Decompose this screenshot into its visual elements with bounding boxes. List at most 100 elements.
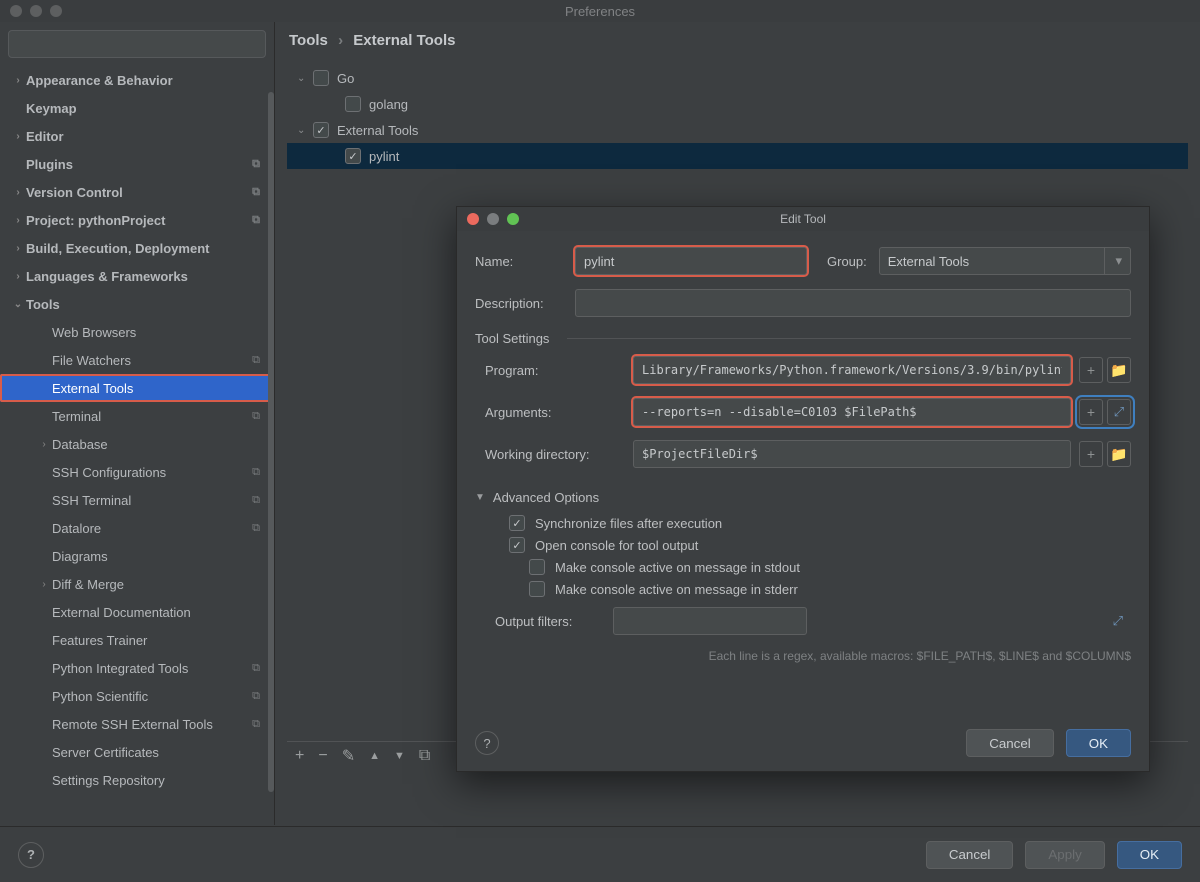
name-field[interactable] <box>575 247 807 275</box>
tool-group-go[interactable]: ⌄ Go <box>287 65 1188 91</box>
sidebar-plugins[interactable]: Plugins⧉ <box>0 150 274 178</box>
dialog-title: Edit Tool <box>457 212 1149 226</box>
sidebar-project[interactable]: ›Project: pythonProject⧉ <box>0 206 274 234</box>
breadcrumb: Tools › External Tools <box>275 22 1200 59</box>
dialog-ok-button[interactable]: OK <box>1066 729 1131 757</box>
sidebar-appearance[interactable]: ›Appearance & Behavior <box>0 66 274 94</box>
sidebar-item-diff-merge[interactable]: ›Diff & Merge <box>0 570 274 598</box>
insert-macro-icon[interactable]: + <box>1079 441 1103 467</box>
group-select[interactable]: External Tools ▾ <box>879 247 1131 275</box>
stdout-active-checkbox-row[interactable]: Make console active on message in stdout <box>529 559 1131 575</box>
sidebar-item-ssh-terminal[interactable]: SSH Terminal⧉ <box>0 486 274 514</box>
add-icon[interactable]: + <box>295 747 304 765</box>
search-input[interactable] <box>8 30 266 58</box>
group-label: External Tools <box>337 123 418 138</box>
sidebar-version-control[interactable]: ›Version Control⧉ <box>0 178 274 206</box>
checkbox-label: Make console active on message in stderr <box>555 582 798 597</box>
tool-item-pylint[interactable]: pylint <box>287 143 1188 169</box>
sidebar-item-label: Languages & Frameworks <box>26 269 188 284</box>
move-up-icon[interactable]: ▲ <box>369 750 380 762</box>
sidebar-languages[interactable]: ›Languages & Frameworks <box>0 262 274 290</box>
tool-group-external-tools[interactable]: ⌄ External Tools <box>287 117 1188 143</box>
sidebar-item-label: Remote SSH External Tools <box>52 717 213 732</box>
checkbox[interactable] <box>345 148 361 164</box>
sidebar-editor[interactable]: ›Editor <box>0 122 274 150</box>
checkbox[interactable] <box>509 515 525 531</box>
sidebar-item-python-scientific[interactable]: Python Scientific ⧉ <box>0 682 274 710</box>
help-button[interactable]: ? <box>18 842 44 868</box>
working-dir-field[interactable] <box>633 440 1071 468</box>
open-console-checkbox-row[interactable]: Open console for tool output <box>509 537 1131 553</box>
sidebar-build[interactable]: ›Build, Execution, Deployment <box>0 234 274 262</box>
output-filters-hint: Each line is a regex, available macros: … <box>475 649 1131 663</box>
edit-icon[interactable]: ✎ <box>342 746 355 766</box>
sidebar-item-features-trainer[interactable]: Features Trainer <box>0 626 274 654</box>
dialog-cancel-button[interactable]: Cancel <box>966 729 1054 757</box>
sidebar-item-label: Python Scientific <box>52 689 148 704</box>
ok-button[interactable]: OK <box>1117 841 1182 869</box>
move-down-icon[interactable]: ▼ <box>394 750 405 762</box>
project-level-icon: ⧉ <box>252 690 260 703</box>
checkbox-label: Open console for tool output <box>535 538 698 553</box>
sidebar-item-label: SSH Terminal <box>52 493 131 508</box>
settings-tree[interactable]: ›Appearance & Behavior Keymap ›Editor Pl… <box>0 66 274 825</box>
sidebar-item-external-docs[interactable]: External Documentation <box>0 598 274 626</box>
description-field[interactable] <box>575 289 1131 317</box>
copy-icon[interactable]: ⧉ <box>419 747 430 765</box>
browse-folder-icon[interactable]: 📁 <box>1107 441 1131 467</box>
insert-macro-icon[interactable]: + <box>1079 399 1103 425</box>
project-level-icon: ⧉ <box>252 410 260 423</box>
arguments-field[interactable] <box>633 398 1071 426</box>
sidebar-item-python-integrated[interactable]: Python Integrated Tools⧉ <box>0 654 274 682</box>
sidebar-item-label: Appearance & Behavior <box>26 73 173 88</box>
apply-button[interactable]: Apply <box>1025 841 1104 869</box>
tool-label: pylint <box>369 149 399 164</box>
cancel-button[interactable]: Cancel <box>926 841 1014 869</box>
checkbox[interactable] <box>313 122 329 138</box>
checkbox[interactable] <box>529 559 545 575</box>
sidebar-keymap[interactable]: Keymap <box>0 94 274 122</box>
project-level-icon: ⧉ <box>252 214 260 227</box>
sidebar-item-datalore[interactable]: Datalore⧉ <box>0 514 274 542</box>
tool-item-golang[interactable]: golang <box>287 91 1188 117</box>
tool-label: golang <box>369 97 408 112</box>
checkbox[interactable] <box>509 537 525 553</box>
expand-icon[interactable]: ⤢ <box>1107 399 1131 425</box>
remove-icon[interactable]: − <box>318 747 327 765</box>
sidebar-item-settings-repository[interactable]: Settings Repository <box>0 766 274 794</box>
sync-files-checkbox-row[interactable]: Synchronize files after execution <box>509 515 1131 531</box>
expand-icon[interactable]: ⤢ <box>1113 613 1123 629</box>
checkbox[interactable] <box>529 581 545 597</box>
sidebar-item-file-watchers[interactable]: File Watchers⧉ <box>0 346 274 374</box>
sidebar-item-ssh-config[interactable]: SSH Configurations⧉ <box>0 458 274 486</box>
sidebar-item-label: Server Certificates <box>52 745 159 760</box>
advanced-options-section[interactable]: ▼ Advanced Options <box>475 490 1131 505</box>
section-label: Tool Settings <box>475 331 549 346</box>
sidebar-item-database[interactable]: ›Database <box>0 430 274 458</box>
sidebar-item-label: Plugins <box>26 157 73 172</box>
scrollbar[interactable] <box>268 92 274 792</box>
output-filters-field[interactable] <box>613 607 807 635</box>
sidebar-item-server-certificates[interactable]: Server Certificates <box>0 738 274 766</box>
sidebar-item-remote-ssh-tools[interactable]: Remote SSH External Tools⧉ <box>0 710 274 738</box>
sidebar-item-diagrams[interactable]: Diagrams <box>0 542 274 570</box>
browse-folder-icon[interactable]: 📁 <box>1107 357 1131 383</box>
dialog-help-button[interactable]: ? <box>475 731 499 755</box>
working-dir-label: Working directory: <box>485 447 633 462</box>
sidebar-item-terminal[interactable]: Terminal⧉ <box>0 402 274 430</box>
checkbox[interactable] <box>345 96 361 112</box>
sidebar-item-label: Version Control <box>26 185 123 200</box>
program-field[interactable] <box>633 356 1071 384</box>
section-label: Advanced Options <box>493 490 599 505</box>
description-label: Description: <box>475 296 575 311</box>
sidebar-tools[interactable]: ⌄Tools <box>0 290 274 318</box>
insert-macro-icon[interactable]: + <box>1079 357 1103 383</box>
sidebar-item-web-browsers[interactable]: Web Browsers <box>0 318 274 346</box>
output-filters-label: Output filters: <box>495 614 613 629</box>
program-label: Program: <box>485 363 633 378</box>
window-titlebar: Preferences <box>0 0 1200 22</box>
sidebar-item-external-tools[interactable]: External Tools <box>0 374 274 402</box>
stderr-active-checkbox-row[interactable]: Make console active on message in stderr <box>529 581 1131 597</box>
sidebar-item-label: Build, Execution, Deployment <box>26 241 209 256</box>
checkbox[interactable] <box>313 70 329 86</box>
